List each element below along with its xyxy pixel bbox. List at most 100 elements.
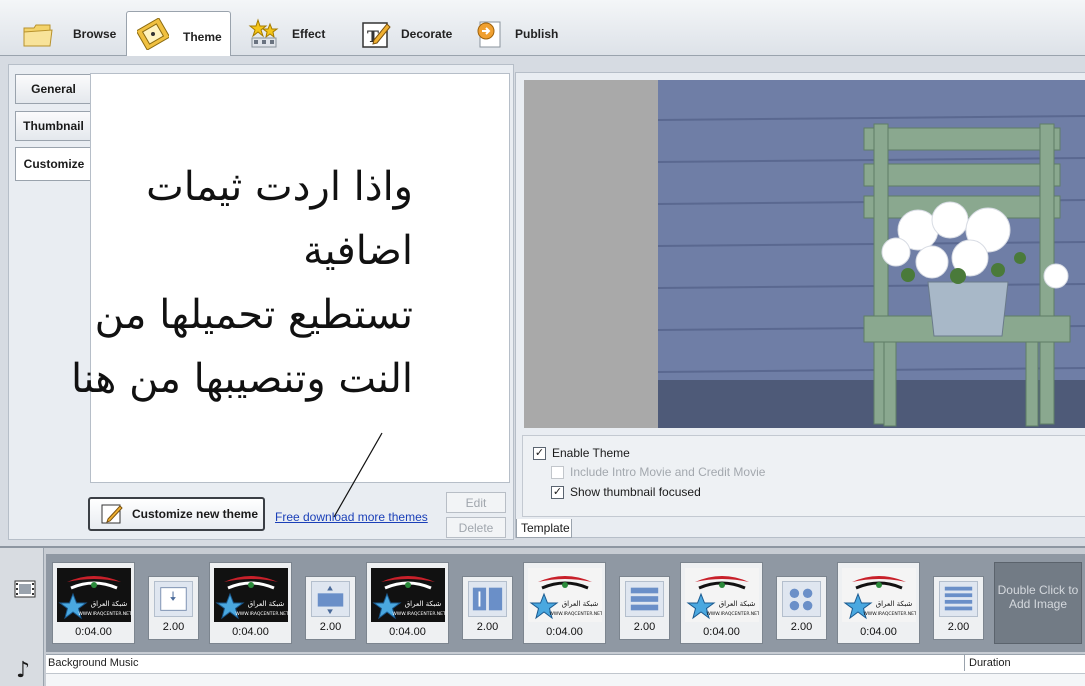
logo-text-url: WWW.IRAQCENTER.NET bbox=[549, 611, 602, 617]
free-download-themes-link[interactable]: Free download more themes bbox=[275, 510, 428, 524]
film-icon bbox=[137, 18, 169, 50]
clip-strip: شبكة العراق WWW.IRAQCENTER.NET 0:04.00 شبكة… bbox=[46, 554, 1085, 652]
clip-thumbnail: شبكة العراق WWW.IRAQCENTER.NET bbox=[57, 568, 131, 622]
logo-text-arabic: شبكة العراق bbox=[562, 600, 599, 608]
timeline-clip[interactable]: شبكة العراق WWW.IRAQCENTER.NET 0:04.00 bbox=[209, 562, 292, 644]
enable-theme-checkbox[interactable]: ✓ Enable Theme bbox=[533, 446, 630, 460]
include-intro-checkbox: Include Intro Movie and Credit Movie bbox=[551, 465, 765, 479]
clip-thumbnail: شبكة العراق WWW.IRAQCENTER.NET bbox=[842, 568, 916, 622]
transition-effect-icon bbox=[472, 587, 503, 611]
folder-icon bbox=[23, 24, 53, 47]
show-thumbnail-checkbox[interactable]: ✓ Show thumbnail focused bbox=[551, 485, 701, 499]
tab-effect[interactable]: Effect bbox=[248, 14, 325, 54]
transition-thumbnail bbox=[939, 581, 978, 617]
background-music-label: Background Music bbox=[48, 657, 139, 669]
transition-duration-label: 2.00 bbox=[319, 621, 342, 633]
music-track-lane bbox=[46, 673, 1085, 686]
tab-publish[interactable]: Publish bbox=[474, 14, 558, 54]
transition-duration-label: 2.00 bbox=[162, 621, 185, 633]
checkbox-checked-icon: ✓ bbox=[551, 485, 564, 499]
edit-button[interactable]: Edit bbox=[446, 492, 506, 513]
publish-arrow-icon bbox=[477, 21, 501, 48]
clip-duration-label: 0:04.00 bbox=[389, 626, 426, 638]
transition-duration-label: 2.00 bbox=[947, 621, 970, 633]
clip-thumbnail: شبكة العراق WWW.IRAQCENTER.NET bbox=[528, 568, 602, 622]
timeline-transition[interactable]: 2.00 bbox=[619, 576, 670, 640]
logo-text-url: WWW.IRAQCENTER.NET bbox=[235, 611, 288, 617]
transition-thumbnail bbox=[782, 581, 821, 617]
transition-effect-icon bbox=[789, 588, 813, 611]
tab-decorate[interactable]: T Decorate bbox=[360, 14, 452, 54]
pencil-frame-icon: T bbox=[362, 22, 391, 48]
customize-button-label: Customize new theme bbox=[132, 507, 259, 521]
timeline-clip[interactable]: شبكة العراق WWW.IRAQCENTER.NET 0:04.00 bbox=[366, 562, 449, 644]
delete-button[interactable]: Delete bbox=[446, 517, 506, 538]
background-music-track[interactable]: Background Music Duration bbox=[46, 654, 1085, 686]
transition-thumbnail bbox=[154, 581, 193, 617]
enable-theme-label: Enable Theme bbox=[552, 446, 630, 460]
timeline-clip[interactable]: شبكة العراق WWW.IRAQCENTER.NET 0:04.00 bbox=[680, 562, 763, 644]
clip-duration-label: 0:04.00 bbox=[232, 626, 269, 638]
stars-icon bbox=[248, 18, 279, 48]
tab-template-label: Template bbox=[521, 521, 570, 535]
main-tab-bar: Browse Theme Effect T Decorate Publish bbox=[0, 0, 1085, 56]
customize-new-theme-button[interactable]: Customize new theme bbox=[88, 497, 265, 531]
timeline-transition[interactable]: 2.00 bbox=[462, 576, 513, 640]
iraqcenter-logo-icon: شبكة العراق WWW.IRAQCENTER.NET bbox=[371, 568, 445, 622]
iraqcenter-logo-icon: شبكة العراق WWW.IRAQCENTER.NET bbox=[685, 568, 759, 622]
transition-effect-icon bbox=[630, 587, 659, 611]
iraqcenter-logo-icon: شبكة العراق WWW.IRAQCENTER.NET bbox=[214, 568, 288, 622]
logo-text-arabic: شبكة العراق bbox=[248, 600, 285, 608]
clip-duration-label: 0:04.00 bbox=[703, 626, 740, 638]
checkbox-checked-icon: ✓ bbox=[533, 446, 546, 460]
timeline-transition[interactable]: 2.00 bbox=[776, 576, 827, 640]
logo-text-arabic: شبكة العراق bbox=[719, 600, 756, 608]
tab-theme-label: Theme bbox=[183, 30, 222, 44]
transition-duration-label: 2.00 bbox=[476, 621, 499, 633]
clip-duration-label: 0:04.00 bbox=[860, 626, 897, 638]
theme-settings-panel: General Thumbnail Customize واذا اردت ثي… bbox=[8, 64, 514, 540]
filmstrip-icon bbox=[14, 580, 36, 598]
tab-theme[interactable]: Theme bbox=[126, 11, 231, 56]
theme-preview bbox=[524, 80, 1085, 428]
clip-thumbnail: شبكة العراق WWW.IRAQCENTER.NET bbox=[214, 568, 288, 622]
tab-publish-label: Publish bbox=[515, 27, 559, 41]
template-preview-panel: ✓ Enable Theme Include Intro Movie and C… bbox=[515, 72, 1085, 538]
timeline-transition[interactable]: 2.00 bbox=[148, 576, 199, 640]
preview-photo bbox=[658, 80, 1085, 428]
transition-thumbnail bbox=[468, 581, 507, 617]
tab-template[interactable]: Template bbox=[516, 519, 572, 538]
edit-button-label: Edit bbox=[465, 495, 487, 510]
timeline-transition[interactable]: 2.00 bbox=[933, 576, 984, 640]
logo-text-url: WWW.IRAQCENTER.NET bbox=[706, 611, 759, 617]
annotation-pointer-line bbox=[333, 432, 383, 518]
transition-effect-icon bbox=[944, 586, 973, 611]
iraqcenter-logo-icon: شبكة العراق WWW.IRAQCENTER.NET bbox=[528, 568, 602, 622]
logo-text-arabic: شبكة العراق bbox=[91, 600, 128, 608]
tab-browse-label: Browse bbox=[73, 27, 117, 41]
transition-thumbnail bbox=[625, 581, 664, 617]
tab-decorate-label: Decorate bbox=[401, 27, 453, 41]
timeline-clip[interactable]: شبكة العراق WWW.IRAQCENTER.NET 0:04.00 bbox=[523, 562, 606, 644]
logo-text-url: WWW.IRAQCENTER.NET bbox=[863, 611, 916, 617]
tab-browse[interactable]: Browse bbox=[22, 14, 116, 54]
clip-thumbnail: شبكة العراق WWW.IRAQCENTER.NET bbox=[371, 568, 445, 622]
timeline-transition[interactable]: 2.00 bbox=[305, 576, 356, 640]
timeline-clip[interactable]: شبكة العراق WWW.IRAQCENTER.NET 0:04.00 bbox=[52, 562, 135, 644]
edit-pencil-icon bbox=[101, 504, 123, 524]
tab-effect-label: Effect bbox=[292, 27, 326, 41]
clip-duration-label: 0:04.00 bbox=[546, 626, 583, 638]
logo-text-url: WWW.IRAQCENTER.NET bbox=[392, 611, 445, 617]
iraqcenter-logo-icon: شبكة العراق WWW.IRAQCENTER.NET bbox=[842, 568, 916, 622]
transition-effect-icon bbox=[160, 587, 187, 611]
timeline-clip[interactable]: شبكة العراق WWW.IRAQCENTER.NET 0:04.00 bbox=[837, 562, 920, 644]
iraqcenter-logo-icon: شبكة العراق WWW.IRAQCENTER.NET bbox=[57, 568, 131, 622]
duration-header: Duration bbox=[964, 655, 1085, 671]
add-image-slot[interactable]: Double Click to Add Image bbox=[994, 562, 1082, 644]
logo-text-url: WWW.IRAQCENTER.NET bbox=[78, 611, 131, 617]
logo-text-arabic: شبكة العراق bbox=[405, 600, 442, 608]
checkbox-unchecked-icon bbox=[551, 465, 564, 479]
show-thumbnail-label: Show thumbnail focused bbox=[570, 485, 701, 499]
chair-flowers-image bbox=[658, 80, 1085, 428]
transition-duration-label: 2.00 bbox=[790, 621, 813, 633]
